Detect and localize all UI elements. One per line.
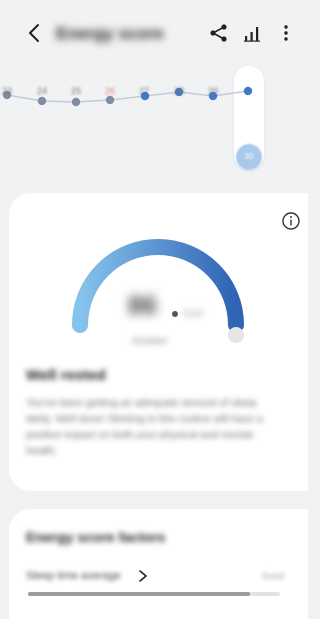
gauge-end-cap — [228, 327, 244, 343]
page-title: Energy score — [56, 24, 164, 43]
horizontal-scroll-thumb[interactable] — [28, 592, 250, 596]
selected-day-badge[interactable]: 30 — [236, 144, 262, 170]
trend-point — [243, 86, 253, 96]
trend-point — [37, 96, 47, 106]
app-bar: Energy score — [0, 0, 308, 64]
score-status-description: You've been getting an adequate amount o… — [26, 397, 263, 457]
trend-point — [71, 97, 81, 107]
day-label[interactable]: 28 — [168, 86, 190, 96]
info-icon[interactable] — [281, 211, 301, 231]
day-label[interactable]: 29 — [202, 86, 224, 96]
chevron-right-icon[interactable] — [137, 569, 149, 583]
day-label[interactable]: 26 — [99, 86, 121, 96]
share-icon[interactable] — [208, 22, 230, 44]
factor-item-value: Good — [262, 571, 285, 581]
day-label[interactable]: 24 — [31, 86, 53, 96]
day-label[interactable]: 25 — [65, 86, 87, 96]
score-status-heading: Well rested — [26, 367, 106, 384]
score-separator-dot — [172, 311, 178, 317]
score-factors-heading: Energy score factors — [26, 529, 166, 545]
day-label[interactable]: 23 — [0, 86, 18, 96]
trend-point — [105, 95, 115, 105]
energy-score-sublabel: October — [132, 336, 168, 347]
more-icon[interactable] — [275, 22, 297, 44]
bar-chart-icon[interactable] — [242, 22, 264, 44]
energy-score-unit: /100 — [182, 308, 204, 320]
back-arrow-icon[interactable] — [22, 20, 48, 46]
day-label[interactable]: 27 — [133, 86, 155, 96]
factor-item-label[interactable]: Sleep time average — [26, 570, 121, 582]
energy-score-value: 86 — [128, 290, 157, 320]
